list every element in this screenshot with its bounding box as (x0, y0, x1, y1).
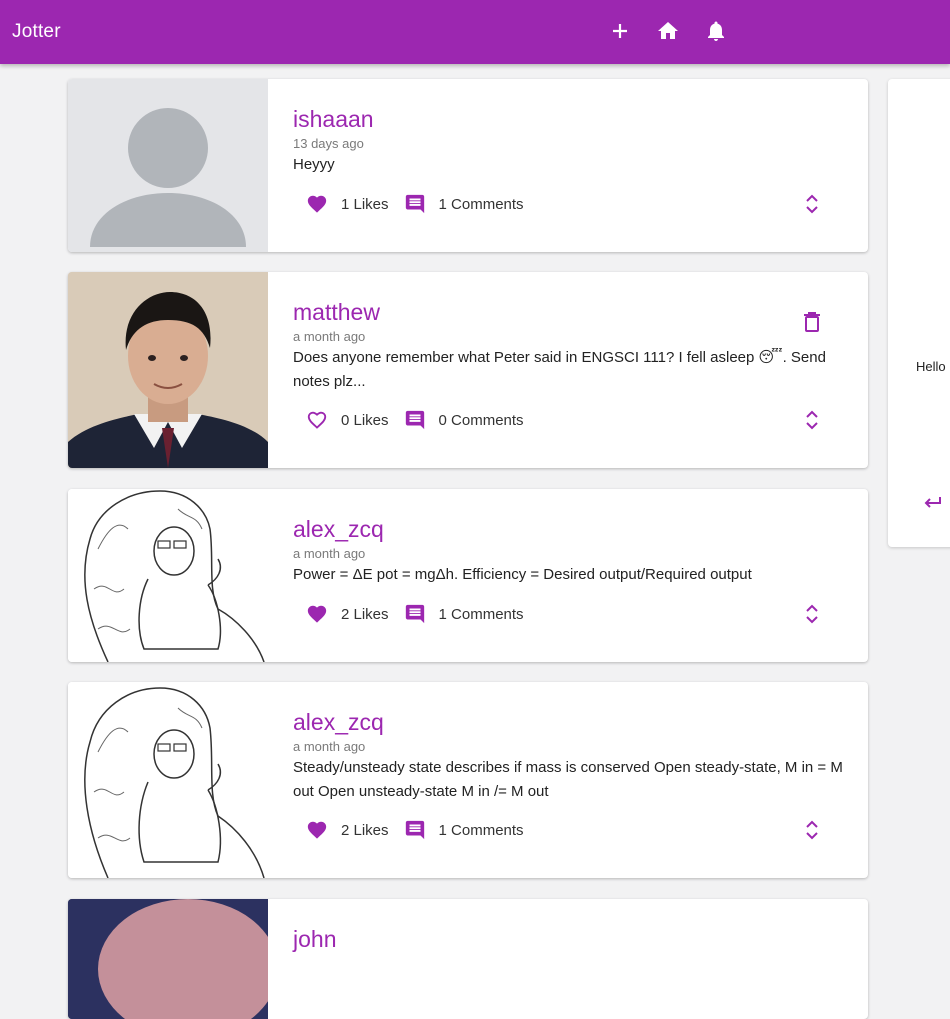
return-icon (924, 497, 941, 508)
comments-count: 1 Comments (438, 605, 524, 623)
comments-button[interactable] (403, 408, 427, 432)
like-button[interactable] (305, 818, 329, 842)
comment-icon (405, 194, 424, 214)
unfold-icon (806, 194, 818, 214)
home-button[interactable] (654, 17, 682, 45)
post-username[interactable]: john (293, 925, 844, 953)
like-button[interactable] (305, 408, 329, 432)
post-text: Heyyy (293, 156, 335, 173)
likes-count: 0 Likes (341, 411, 389, 429)
side-panel: Hello (888, 79, 950, 547)
expand-button[interactable] (800, 818, 824, 842)
app-bar: Jotter (0, 0, 950, 64)
like-button[interactable] (305, 192, 329, 216)
sketch-avatar (68, 682, 268, 878)
return-button[interactable] (920, 491, 944, 515)
comments-count: 0 Comments (438, 411, 524, 429)
likes-count: 1 Likes (341, 195, 389, 213)
post-card: matthew a month ago Does anyone remember… (68, 272, 868, 468)
add-post-button[interactable] (606, 17, 634, 45)
post-text: Does anyone remember what Peter said in … (293, 349, 826, 390)
expand-button[interactable] (800, 602, 824, 626)
post-card: alex_zcq a month ago Power = ΔE pot = mg… (68, 489, 868, 662)
post-username[interactable]: alex_zcq (293, 708, 844, 736)
trash-icon (804, 312, 820, 332)
post-time: a month ago (293, 329, 366, 344)
post-username[interactable]: ishaaan (293, 105, 844, 133)
sketch-avatar (68, 489, 268, 662)
heart-filled-icon (307, 195, 327, 213)
side-panel-text: Hello (916, 359, 946, 374)
expand-button[interactable] (800, 408, 824, 432)
unfold-icon (806, 604, 818, 624)
post-card: john (68, 899, 868, 1019)
post-username[interactable]: alex_zcq (293, 515, 844, 543)
photo-avatar (68, 899, 268, 1019)
post-card: ishaaan 13 days ago Heyyy 1 Likes 1 Comm… (68, 79, 868, 252)
home-icon (658, 22, 678, 39)
post-card: alex_zcq a month ago Steady/unsteady sta… (68, 682, 868, 878)
expand-button[interactable] (800, 192, 824, 216)
post-time: a month ago (293, 546, 366, 561)
comments-button[interactable] (403, 602, 427, 626)
comments-count: 1 Comments (438, 195, 524, 213)
unfold-icon (806, 410, 818, 430)
likes-count: 2 Likes (341, 821, 389, 839)
comment-icon (405, 410, 424, 430)
post-time: a month ago (293, 739, 366, 754)
likes-count: 2 Likes (341, 605, 389, 623)
heart-filled-icon (307, 605, 327, 623)
like-button[interactable] (305, 602, 329, 626)
post-text: Power = ΔE pot = mgΔh. Efficiency = Desi… (293, 566, 752, 583)
heart-filled-icon (307, 821, 327, 839)
plus-icon (613, 24, 627, 38)
unfold-icon (806, 820, 818, 840)
post-time: 13 days ago (293, 136, 364, 151)
bell-icon (708, 21, 724, 41)
photo-avatar (68, 272, 268, 468)
notifications-button[interactable] (702, 17, 730, 45)
post-text: Steady/unsteady state describes if mass … (293, 759, 843, 800)
comments-button[interactable] (403, 192, 427, 216)
delete-button[interactable] (800, 310, 824, 334)
app-title[interactable]: Jotter (12, 21, 61, 43)
comments-count: 1 Comments (438, 821, 524, 839)
post-username[interactable]: matthew (293, 298, 844, 326)
comment-icon (405, 604, 424, 624)
comments-button[interactable] (403, 818, 427, 842)
default-avatar (68, 79, 268, 252)
heart-outline-icon (307, 411, 327, 429)
comment-icon (405, 820, 424, 840)
